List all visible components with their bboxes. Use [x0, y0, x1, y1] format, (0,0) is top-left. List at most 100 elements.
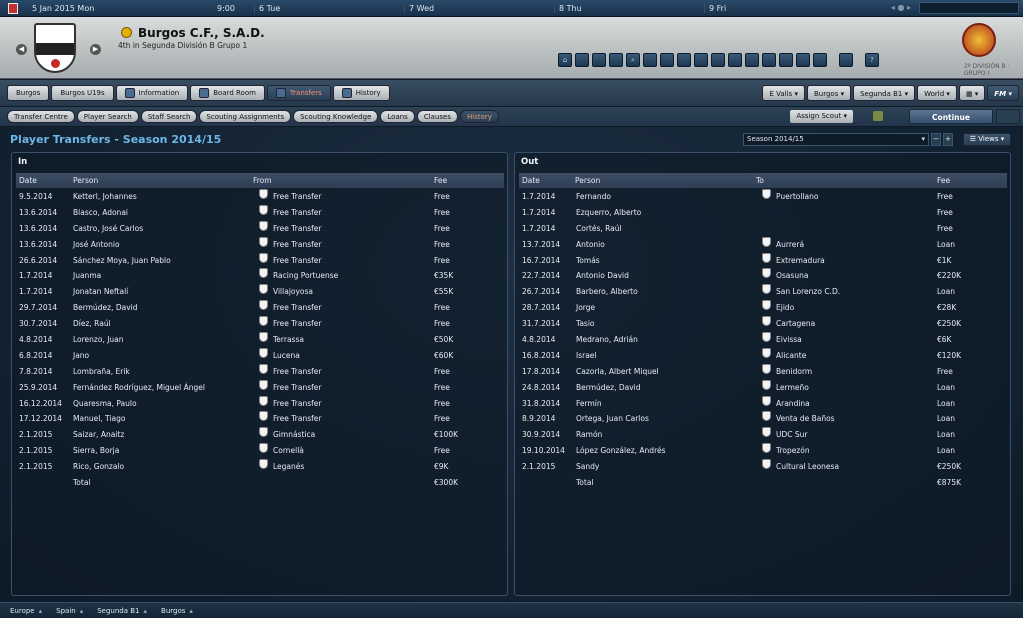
person-link[interactable]: Sandy	[576, 459, 599, 475]
to-club-link[interactable]: Tropezón	[776, 443, 810, 459]
calendar-day[interactable]: 9 Fri	[704, 3, 854, 13]
calendar-day[interactable]: 8 Thu	[554, 3, 704, 13]
person-link[interactable]: Quaresma, Paulo	[73, 396, 137, 412]
from-club-link[interactable]: Free Transfer	[273, 237, 321, 253]
staff-icon[interactable]	[694, 53, 708, 67]
breadcrumb-item[interactable]: Segunda B1 ▴	[97, 607, 147, 615]
schedule-icon[interactable]	[660, 53, 674, 67]
from-club-link[interactable]: Gimnástica	[273, 427, 315, 443]
table-row[interactable]: 30.9.2014 Ramón UDC Sur Loan	[519, 427, 1007, 443]
subtab-staff-search[interactable]: Staff Search	[140, 110, 198, 123]
table-row[interactable]: 17.12.2014 Manuel, Tiago Free Transfer Free	[16, 411, 504, 427]
scouting-icon[interactable]	[745, 53, 759, 67]
forward-arrow-icon[interactable]: ▶	[90, 44, 101, 55]
tab-information[interactable]: Information	[115, 85, 189, 101]
subtab-clauses[interactable]: Clauses	[416, 110, 458, 123]
search-icon[interactable]: ⌕	[626, 53, 640, 67]
table-row[interactable]: 2.1.2015 Sierra, Borja Cornellà Free	[16, 443, 504, 459]
subtab-scouting-knowledge[interactable]: Scouting Knowledge	[293, 110, 379, 123]
to-club-link[interactable]: UDC Sur	[776, 427, 807, 443]
tab-board-room[interactable]: Board Room	[190, 85, 265, 101]
tab-burgos[interactable]: Burgos	[7, 85, 50, 101]
competition-menu[interactable]: Segunda B1 ▾	[853, 85, 916, 101]
table-row[interactable]: 28.7.2014 Jorge Ejido €28K	[519, 300, 1007, 316]
inbox-icon[interactable]	[575, 53, 589, 67]
from-club-link[interactable]: Free Transfer	[273, 380, 321, 396]
subtab-scouting-assignments[interactable]: Scouting Assignments	[199, 110, 292, 123]
person-link[interactable]: Ramón	[576, 427, 602, 443]
person-link[interactable]: Saizar, Anaitz	[73, 427, 124, 443]
season-select[interactable]: Season 2014/15 ▾	[743, 133, 929, 146]
minus-button[interactable]: −	[931, 133, 941, 146]
squad-icon[interactable]	[592, 53, 606, 67]
table-row[interactable]: 1.7.2014 Jonatan Neftalí Villajoyosa €55K	[16, 284, 504, 300]
table-row[interactable]: 24.8.2014 Bermúdez, David Lermeño Loan	[519, 379, 1007, 396]
calendar-nav-arrows-icon[interactable]: ◂ ● ▸	[891, 3, 911, 12]
search-input[interactable]	[919, 2, 1019, 14]
table-row[interactable]: 31.7.2014 Tasio Cartagena €250K	[519, 316, 1007, 332]
person-link[interactable]: Cortés, Raúl	[576, 221, 622, 237]
to-club-link[interactable]: Alicante	[776, 348, 806, 364]
table-row[interactable]: 31.8.2014 Fermín Arandina Loan	[519, 395, 1007, 412]
to-club-link[interactable]: Benidorm	[776, 364, 812, 380]
person-link[interactable]: Castro, José Carlos	[73, 221, 143, 237]
grid-menu-icon[interactable]: ▦ ▾	[958, 85, 986, 101]
medical-icon[interactable]	[796, 53, 810, 67]
globe-icon[interactable]	[813, 53, 827, 67]
table-row[interactable]: 26.6.2014 Sánchez Moya, Juan Pablo Free Tr…	[16, 252, 504, 269]
transfers-icon[interactable]	[711, 53, 725, 67]
manager-menu[interactable]: E Valls ▾	[762, 85, 805, 101]
column-header-person[interactable]: Person	[575, 173, 600, 188]
column-header-date[interactable]: Date	[19, 173, 37, 188]
to-club-link[interactable]: Venta de Baños	[776, 411, 835, 427]
person-link[interactable]: Ortega, Juan Carlos	[576, 411, 649, 427]
to-club-link[interactable]: Cartagena	[776, 316, 815, 332]
person-link[interactable]: Bermúdez, David	[576, 380, 641, 396]
person-link[interactable]: Barbero, Alberto	[576, 284, 638, 300]
person-link[interactable]: José Antonio	[73, 237, 120, 253]
person-link[interactable]: Israel	[576, 348, 597, 364]
views-button[interactable]: ☰ Views ▾	[963, 133, 1011, 146]
from-club-link[interactable]: Leganés	[273, 459, 304, 475]
from-club-link[interactable]: Free Transfer	[273, 300, 321, 316]
calendar-day[interactable]: 7 Wed	[404, 3, 554, 13]
breadcrumb-item[interactable]: Europe ▴	[10, 607, 42, 615]
tab-history[interactable]: History	[332, 85, 390, 101]
table-row[interactable]: 1.7.2014 Juanma Racing Portuense €35K	[16, 268, 504, 284]
tab-burgos-u19s[interactable]: Burgos U19s	[51, 85, 114, 101]
from-club-link[interactable]: Free Transfer	[273, 411, 321, 427]
from-club-link[interactable]: Free Transfer	[273, 364, 321, 380]
assign-scout-button[interactable]: Assign Scout ▾	[790, 110, 853, 123]
table-row[interactable]: 16.12.2014 Quaresma, Paulo Free Transfer Fr…	[16, 395, 504, 412]
table-row[interactable]: 4.8.2014 Lorenzo, Juan Terrassa €50K	[16, 332, 504, 348]
table-row[interactable]: 13.7.2014 Antonio Aurrerá Loan	[519, 236, 1007, 253]
table-row[interactable]: 7.8.2014 Lombraña, Erik Free Transfer Free	[16, 363, 504, 380]
person-link[interactable]: Sánchez Moya, Juan Pablo	[73, 253, 171, 269]
to-club-link[interactable]: Puertollano	[776, 189, 818, 205]
calendar-icon[interactable]	[8, 2, 18, 14]
table-row[interactable]: 4.8.2014 Medrano, Adrián Eivissa €6K	[519, 332, 1007, 348]
from-club-link[interactable]: Free Transfer	[273, 316, 321, 332]
subtab-loans[interactable]: Loans	[380, 110, 415, 123]
table-row[interactable]: 16.7.2014 Tomás Extremadura €1K	[519, 252, 1007, 269]
table-row[interactable]: 9.5.2014 Ketterl, Johannes Free Transfer Fr…	[16, 189, 504, 205]
table-row[interactable]: 2.1.2015 Rico, Gonzalo Leganés €9K	[16, 459, 504, 475]
back-arrow-icon[interactable]: ◀	[16, 44, 27, 55]
to-club-link[interactable]: Aurrerá	[776, 237, 804, 253]
report-icon[interactable]	[762, 53, 776, 67]
table-row[interactable]: 1.7.2014 Fernando Puertollano Free	[519, 189, 1007, 205]
from-club-link[interactable]: Free Transfer	[273, 205, 321, 221]
table-row[interactable]: 2.1.2015 Saizar, Anaitz Gimnástica €100K	[16, 427, 504, 443]
table-row[interactable]: 25.9.2014 Fernández Rodríguez, Miguel Áng…	[16, 379, 504, 396]
continue-button[interactable]: Continue	[909, 109, 993, 124]
person-link[interactable]: Jonatan Neftalí	[73, 284, 128, 300]
subtab-transfer-centre[interactable]: Transfer Centre	[7, 110, 75, 123]
table-row[interactable]: 29.7.2014 Bermúdez, David Free Transfer Fre…	[16, 300, 504, 316]
club-menu[interactable]: Burgos ▾	[806, 85, 852, 101]
from-club-link[interactable]: Villajoyosa	[273, 284, 313, 300]
column-header-from[interactable]: From	[253, 173, 272, 188]
table-row[interactable]: 26.7.2014 Barbero, Alberto San Lorenzo C.D…	[519, 284, 1007, 300]
person-link[interactable]: Fernández Rodríguez, Miguel Ángel	[73, 380, 205, 396]
person-link[interactable]: Díez, Raúl	[73, 316, 111, 332]
person-link[interactable]: Fernando	[576, 189, 611, 205]
